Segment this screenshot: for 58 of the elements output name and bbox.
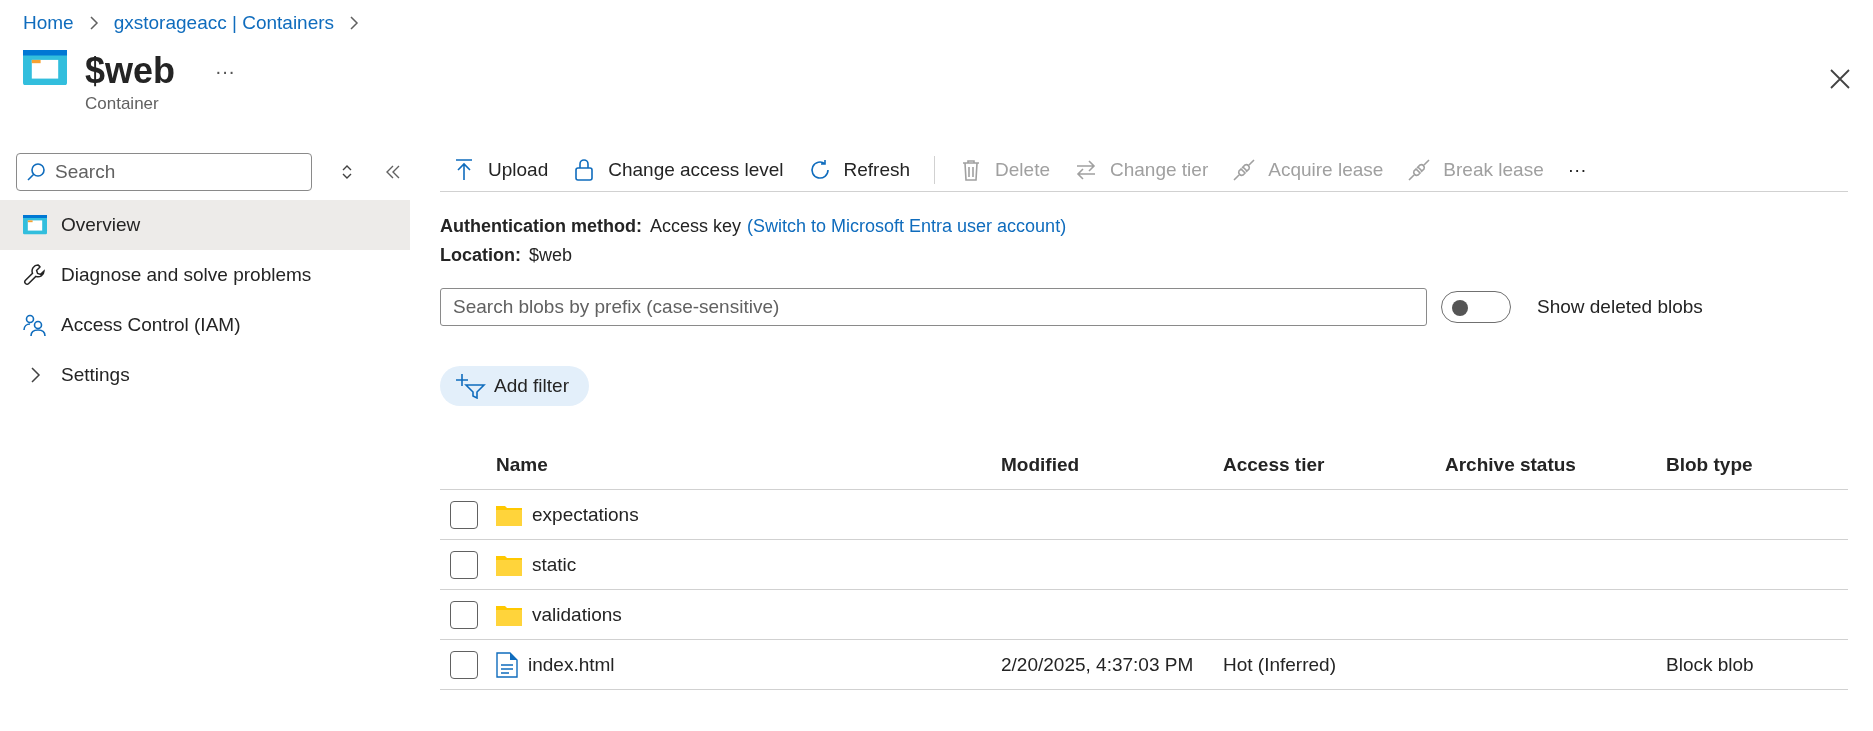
auth-label: Authentication method:: [440, 216, 642, 236]
location-value: $web: [529, 245, 573, 265]
name-link[interactable]: index.html: [528, 653, 615, 676]
sidebar-item[interactable]: Diagnose and solve problems: [0, 250, 410, 300]
double-chevron-left-icon: [384, 164, 402, 180]
plug-icon: [1407, 157, 1432, 182]
column-header[interactable]: Access tier: [1223, 453, 1445, 476]
wrench-icon: [23, 263, 47, 287]
people-icon: [23, 313, 47, 337]
breadcrumb-link[interactable]: Home: [23, 12, 74, 34]
more-options[interactable]: ···: [215, 59, 236, 83]
chevron-right-icon: [348, 16, 361, 30]
column-header[interactable]: Archive status: [1445, 453, 1666, 476]
name-link[interactable]: expectations: [532, 503, 639, 526]
page-subtitle: Container: [85, 94, 160, 114]
column-header[interactable]: Blob type: [1666, 453, 1848, 476]
auth-value: Access key: [650, 216, 741, 236]
toggle-switch[interactable]: [1441, 291, 1511, 323]
blob-search-field[interactable]: Search blobs by prefix (case-sensitive): [440, 288, 1427, 326]
close-button[interactable]: [1829, 68, 1851, 90]
row-checkbox[interactable]: [450, 650, 478, 679]
table-cell: 2/20/2025, 4:37:03 PM: [1001, 653, 1194, 676]
up-down-chevron-icon: [341, 163, 353, 181]
row-checkbox[interactable]: [450, 500, 478, 529]
sidebar-item[interactable]: Access Control (IAM): [0, 300, 410, 350]
row-checkbox[interactable]: [450, 550, 478, 579]
chevron-right-icon: [87, 16, 100, 30]
sidebar-item[interactable]: Settings: [0, 350, 410, 400]
row-checkbox[interactable]: [450, 600, 478, 629]
switch-auth-link[interactable]: (Switch to Microsoft Entra user account): [747, 216, 1067, 236]
more-button[interactable]: ···: [1555, 151, 1599, 188]
container-icon: [23, 50, 67, 86]
folder-icon: [496, 553, 522, 576]
toolbar-button[interactable]: Refresh: [795, 151, 923, 188]
table-cell: Block blob: [1666, 653, 1754, 676]
toggle-label: Show deleted blobs: [1537, 296, 1703, 318]
page-title: $web: [85, 50, 176, 92]
sidebar-item[interactable]: Overview: [0, 200, 410, 250]
toolbar-button[interactable]: Upload: [440, 151, 561, 188]
add-filter-button[interactable]: Add filter: [440, 366, 589, 406]
table-cell: Hot (Inferred): [1223, 653, 1336, 676]
name-link[interactable]: validations: [532, 603, 622, 626]
name-link[interactable]: static: [532, 553, 577, 576]
add-filter-icon: [456, 373, 486, 399]
folder-icon: [496, 603, 522, 626]
document-icon: [496, 651, 518, 678]
column-header[interactable]: Modified: [1001, 453, 1223, 476]
swap-arrows-icon: [1074, 157, 1098, 182]
toolbar-button[interactable]: Change access level: [560, 151, 796, 188]
plug-icon: [1232, 157, 1257, 182]
search-icon: [26, 162, 46, 182]
folder-icon: [496, 503, 522, 526]
breadcrumb-link[interactable]: gxstorageacc | Containers: [113, 12, 335, 34]
close-icon: [1829, 68, 1851, 90]
container-icon: [23, 215, 47, 235]
search-field[interactable]: Search: [16, 153, 312, 191]
location-label: Location:: [440, 245, 521, 265]
column-header[interactable]: Name: [496, 453, 1001, 476]
